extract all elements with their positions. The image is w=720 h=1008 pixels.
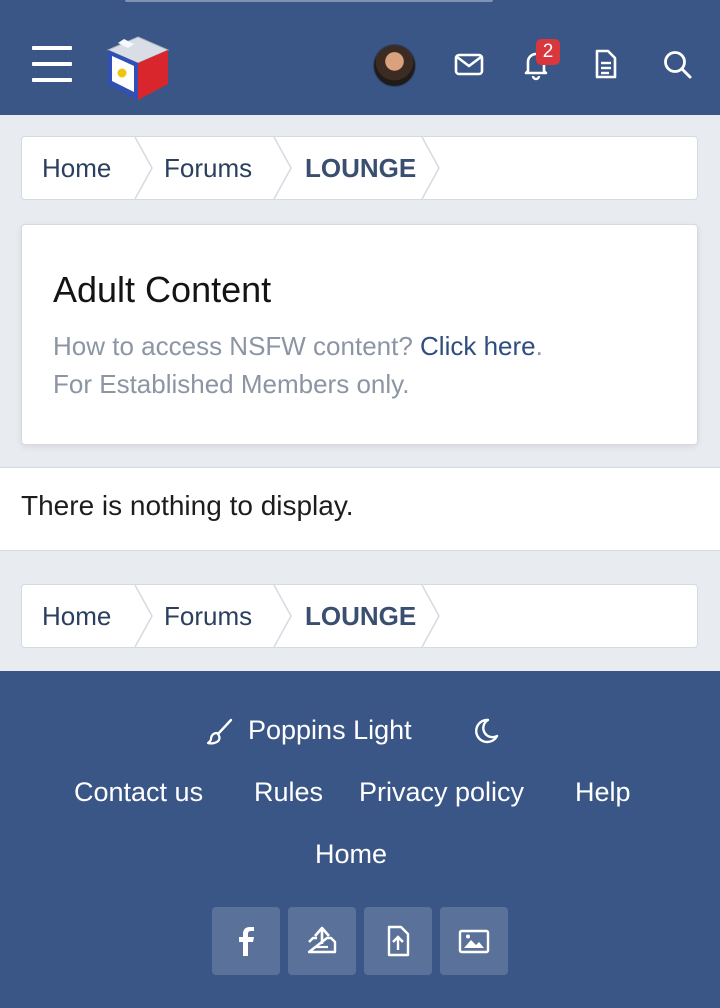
page-footer: Poppins Light Contact us Rules Privacy p… [0, 671, 720, 1008]
top-header: 2 [0, 0, 720, 115]
site-logo[interactable] [104, 34, 172, 102]
upload-icon[interactable] [288, 907, 356, 975]
contact-us-link[interactable]: Contact us [74, 777, 203, 808]
breadcrumb-separator [273, 585, 292, 647]
notice-line-1-text: How to access NSFW content? [53, 331, 421, 361]
file-upload-icon[interactable] [364, 907, 432, 975]
breadcrumb-separator [421, 137, 440, 199]
style-chooser-row: Poppins Light [0, 713, 720, 753]
breadcrumb-separator [134, 585, 153, 647]
help-link[interactable]: Help [575, 777, 631, 808]
header-top-line [125, 0, 493, 2]
notice-line-1-end: . [535, 331, 543, 361]
moon-icon[interactable] [470, 716, 500, 746]
search-icon[interactable] [660, 47, 694, 81]
empty-list-message: There is nothing to display. [0, 467, 720, 551]
notification-badge: 2 [536, 39, 560, 65]
breadcrumb-lounge[interactable]: LOUNGE [305, 585, 416, 647]
notice-line-2: For Established Members only. [53, 369, 410, 399]
notice-line-1: How to access NSFW content? Click here. [53, 331, 543, 362]
breadcrumb-separator [421, 585, 440, 647]
menu-icon[interactable] [32, 46, 72, 82]
breadcrumb-forums[interactable]: Forums [164, 137, 252, 199]
document-icon[interactable] [588, 47, 622, 81]
breadcrumb-lounge[interactable]: LOUNGE [305, 137, 416, 199]
home-link[interactable]: Home [315, 839, 387, 870]
breadcrumb-separator [273, 137, 292, 199]
facebook-icon[interactable] [212, 907, 280, 975]
breadcrumb: Home Forums LOUNGE [21, 136, 698, 200]
breadcrumb-home[interactable]: Home [42, 585, 111, 647]
privacy-policy-link[interactable]: Privacy policy [359, 777, 524, 808]
notice-title: Adult Content [53, 269, 272, 310]
breadcrumb-separator [134, 137, 153, 199]
style-chooser-link[interactable]: Poppins Light [248, 715, 412, 746]
empty-message-text: There is nothing to display. [21, 490, 354, 521]
breadcrumb-home[interactable]: Home [42, 137, 111, 199]
image-icon[interactable] [440, 907, 508, 975]
click-here-link[interactable]: Click here [420, 331, 536, 361]
mail-icon[interactable] [452, 47, 486, 81]
breadcrumb-bottom: Home Forums LOUNGE [21, 584, 698, 648]
breadcrumb-forums[interactable]: Forums [164, 585, 252, 647]
paintbrush-icon [206, 718, 233, 745]
rules-link[interactable]: Rules [254, 777, 323, 808]
user-avatar[interactable] [374, 45, 415, 86]
adult-content-notice: Adult Content How to access NSFW content… [21, 224, 698, 445]
